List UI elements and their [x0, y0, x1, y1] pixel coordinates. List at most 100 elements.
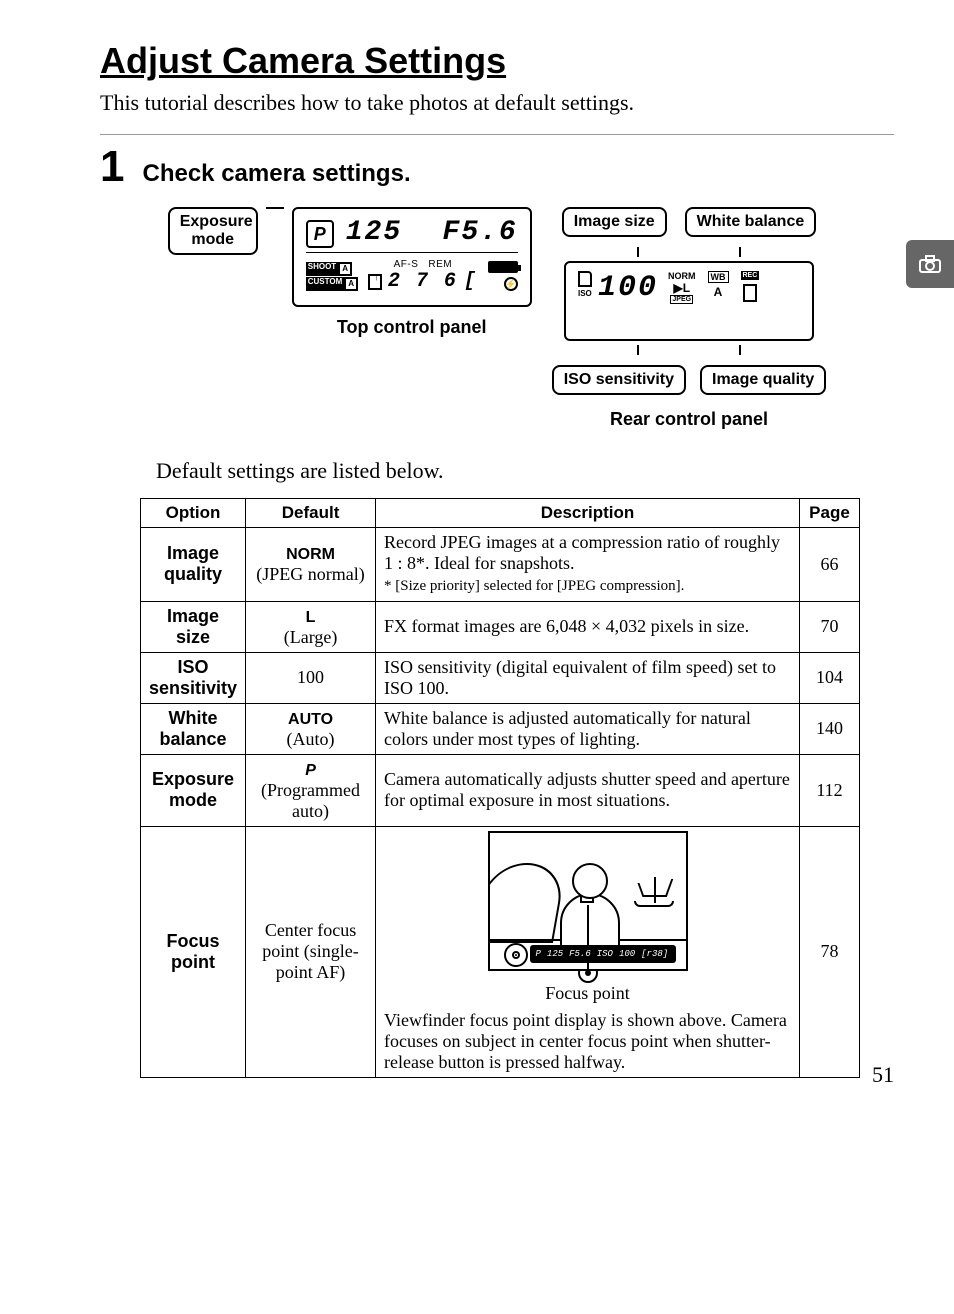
vf-shutter: 125	[547, 949, 563, 959]
default-sub: (JPEG normal)	[256, 564, 364, 584]
shutter-speed: 125	[346, 217, 402, 248]
sailboat-icon	[634, 877, 674, 907]
option-cell: Exposure mode	[141, 754, 246, 826]
iso-value: 100	[598, 271, 658, 305]
vf-iso-label: ISO	[597, 949, 613, 959]
af-mode-label: AF-S	[394, 259, 419, 270]
default-strong: P	[305, 762, 316, 779]
viewfinder-frame: P 125 F5.6 ISO 100 [r38]	[488, 831, 688, 971]
default-sub: Center focus point (single-point AF)	[262, 920, 359, 982]
default-sub: (Auto)	[287, 729, 335, 749]
description-cell: White balance is adjusted automatically …	[376, 703, 800, 754]
rear-lcd: ISO 100 NORM ▶L JPEG WB A REC	[564, 261, 814, 341]
image-size-L-icon: ▶L	[673, 281, 690, 295]
aux-battery-icon: ⚡	[504, 277, 518, 291]
top-panel-caption: Top control panel	[337, 317, 487, 338]
aperture: F5.6	[443, 217, 518, 248]
shoot-bank: A	[338, 262, 352, 276]
white-balance-chip: White balance	[685, 207, 817, 237]
table-row: Exposure mode P (Programmed auto) Camera…	[141, 754, 860, 826]
viewfinder-figure: P 125 F5.6 ISO 100 [r38] Focus point	[384, 831, 791, 1004]
metering-icon	[504, 943, 528, 967]
mountain-icon	[488, 863, 567, 943]
vf-mode: P	[536, 949, 541, 959]
custom-badge: CUSTOM	[306, 277, 345, 291]
default-sub: (Programmed auto)	[261, 780, 360, 821]
defaults-intro: Default settings are listed below.	[156, 458, 894, 484]
default-cell: L (Large)	[246, 601, 376, 652]
image-size-chip: Image size	[562, 207, 667, 237]
description-cell: Record JPEG images at a compression rati…	[376, 528, 800, 602]
frames-remaining: 2 7 6	[388, 270, 458, 293]
wb-auto: A	[708, 285, 729, 299]
shoot-badge: SHOOT	[306, 262, 338, 276]
custom-bank: A	[344, 277, 358, 291]
intro-text: This tutorial describes how to take phot…	[100, 90, 894, 116]
description-cell: FX format images are 6,048 × 4,032 pixel…	[376, 601, 800, 652]
page-cell: 104	[800, 652, 860, 703]
camera-section-icon	[916, 250, 944, 278]
option-cell: Image quality	[141, 528, 246, 602]
step-1-header: 1 Check camera settings.	[100, 145, 894, 189]
th-description: Description	[376, 499, 800, 528]
wb-icon: WB	[708, 271, 729, 283]
page-number: 51	[872, 1062, 894, 1088]
viewfinder-caption: Focus point	[384, 983, 791, 1004]
vf-aperture: F5.6	[569, 949, 591, 959]
section-tab	[906, 240, 954, 288]
page-cell: 112	[800, 754, 860, 826]
iso-label-small: ISO	[578, 289, 592, 298]
norm-label: NORM	[668, 271, 696, 281]
default-cell: Center focus point (single-point AF)	[246, 826, 376, 1077]
default-strong: NORM	[286, 546, 335, 563]
th-page: Page	[800, 499, 860, 528]
table-row: White balance AUTO (Auto) White balance …	[141, 703, 860, 754]
description-cell: ISO sensitivity (digital equivalent of f…	[376, 652, 800, 703]
th-option: Option	[141, 499, 246, 528]
settings-table: Option Default Description Page Image qu…	[140, 498, 860, 1078]
step-heading: Check camera settings.	[142, 160, 410, 188]
description-cell: Camera automatically adjusts shutter spe…	[376, 754, 800, 826]
page-cell: 140	[800, 703, 860, 754]
step-number: 1	[100, 145, 124, 189]
vf-iso-value: 100	[619, 949, 635, 959]
card-icon	[743, 284, 757, 302]
vf-frames: [r38]	[641, 949, 668, 959]
option-cell: Image size	[141, 601, 246, 652]
default-cell: 100	[246, 652, 376, 703]
table-row: ISO sensitivity 100 ISO sensitivity (dig…	[141, 652, 860, 703]
table-row: Image size L (Large) FX format images ar…	[141, 601, 860, 652]
divider	[100, 134, 894, 135]
option-cell: ISO sensitivity	[141, 652, 246, 703]
rear-panel-caption: Rear control panel	[610, 409, 768, 430]
top-lcd: P 125 F5.6 SHOOTA CUSTOMA AF-S REM	[292, 207, 532, 307]
rem-label: REM	[428, 259, 452, 270]
default-cell: AUTO (Auto)	[246, 703, 376, 754]
card-slot-icon	[578, 271, 592, 287]
description-cell: P 125 F5.6 ISO 100 [r38] Focus point Vie…	[376, 826, 800, 1077]
default-cell: P (Programmed auto)	[246, 754, 376, 826]
page-cell: 66	[800, 528, 860, 602]
focus-description: Viewfinder focus point display is shown …	[384, 1010, 791, 1073]
orientation-icon: ↑	[368, 274, 382, 290]
page-title: Adjust Camera Settings	[100, 40, 894, 82]
option-cell: White balance	[141, 703, 246, 754]
default-strong: AUTO	[288, 711, 333, 728]
iso-sensitivity-chip: ISO sensitivity	[552, 365, 686, 395]
default-cell: NORM (JPEG normal)	[246, 528, 376, 602]
default-sub: 100	[297, 667, 324, 687]
exposure-mode-chip: Exposure mode	[168, 207, 258, 255]
battery-icon	[488, 261, 518, 273]
mode-icon: P	[306, 220, 334, 248]
page-cell: 70	[800, 601, 860, 652]
image-quality-chip: Image quality	[700, 365, 826, 395]
bracket-open: [	[464, 270, 478, 293]
page-cell: 78	[800, 826, 860, 1077]
viewfinder-readout: P 125 F5.6 ISO 100 [r38]	[530, 945, 676, 963]
rec-icon: REC	[741, 271, 760, 280]
default-strong: L	[306, 609, 316, 626]
footnote-text: * [Size priority] selected for [JPEG com…	[384, 578, 684, 594]
jpeg-label: JPEG	[670, 295, 693, 304]
control-panels-figure: Exposure mode P 125 F5.6 SHOOTA CUSTOMA	[100, 207, 894, 430]
table-row: Image quality NORM (JPEG normal) Record …	[141, 528, 860, 602]
